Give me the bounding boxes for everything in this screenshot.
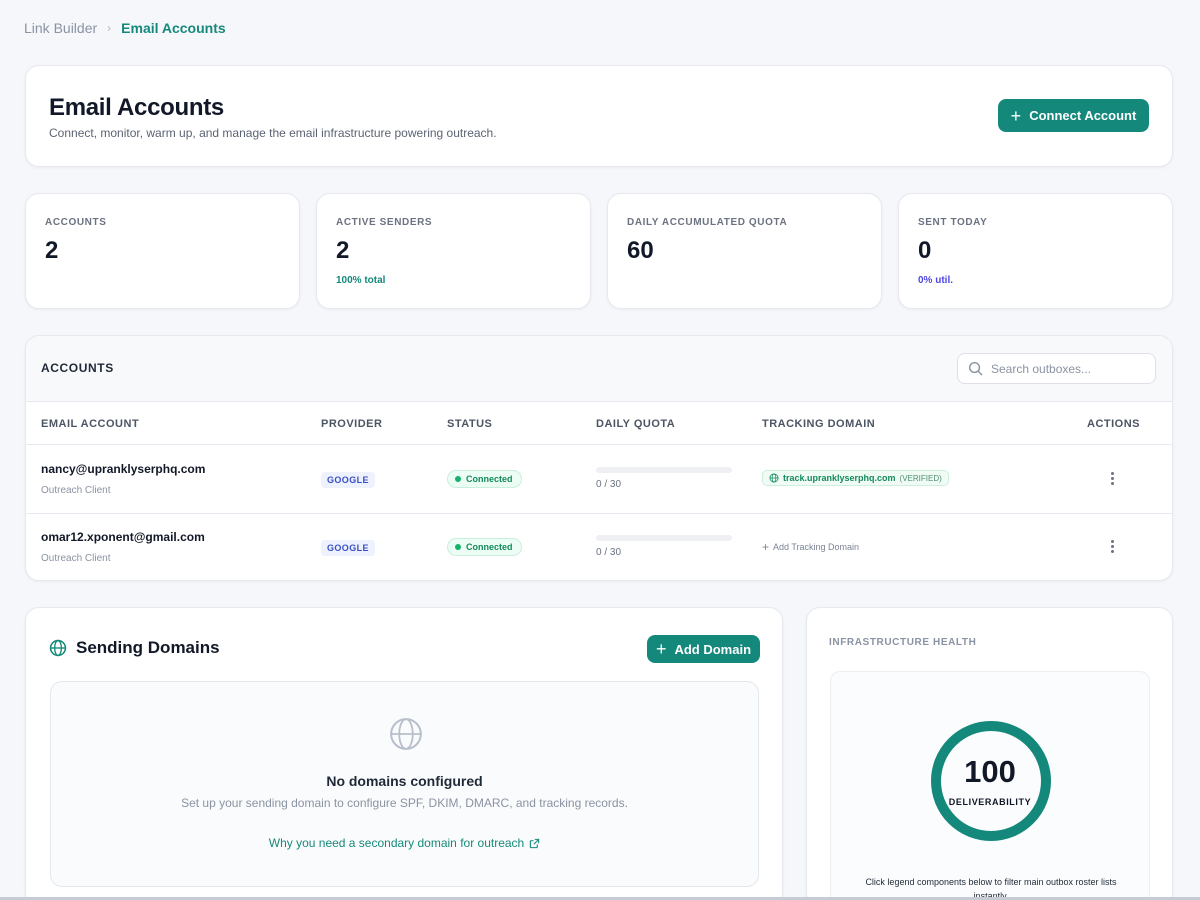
kebab-menu-icon[interactable]	[1107, 536, 1117, 556]
kebab-menu-icon[interactable]	[1107, 468, 1117, 488]
plus-icon: +	[762, 540, 770, 554]
add-tracking-domain-button[interactable]: + Add Tracking Domain	[762, 541, 859, 553]
connect-account-button[interactable]: + Connect Account	[998, 99, 1149, 132]
health-panel: 100 DELIVERABILITY Click legend componen…	[830, 671, 1150, 900]
account-email[interactable]: nancy@upranklyserphq.com	[41, 462, 205, 476]
page-subtitle: Connect, monitor, warm up, and manage th…	[49, 126, 497, 140]
quota-text: 0 / 30	[596, 547, 622, 558]
stat-card-sent-today: SENT TODAY 0 0% util.	[898, 193, 1173, 309]
page-header-card: Email Accounts Connect, monitor, warm up…	[25, 65, 1173, 167]
stat-value: 0	[918, 237, 932, 264]
deliverability-label: DELIVERABILITY	[948, 797, 1032, 807]
col-tracking-domain[interactable]: TRACKING DOMAIN	[762, 418, 875, 430]
tracking-domain: track.upranklyserphq.com	[783, 473, 896, 483]
stat-label: DAILY ACCUMULATED QUOTA	[627, 217, 788, 228]
breadcrumb: Link Builder › Email Accounts	[24, 20, 226, 36]
col-status[interactable]: STATUS	[447, 418, 492, 430]
col-provider[interactable]: PROVIDER	[321, 418, 382, 430]
stat-note: 100% total	[336, 275, 386, 286]
sending-domains-title: Sending Domains	[76, 638, 220, 657]
stat-note: 0% util.	[918, 275, 954, 286]
external-link-icon	[530, 838, 540, 848]
status-label: Connected	[466, 474, 513, 484]
quota-progress-bar	[596, 535, 732, 541]
stat-label: SENT TODAY	[918, 217, 988, 228]
col-email-account[interactable]: EMAIL ACCOUNT	[41, 418, 139, 430]
quota-progress-bar	[596, 467, 732, 473]
stat-card-active-senders: ACTIVE SENDERS 2 100% total	[316, 193, 591, 309]
status-badge: Connected	[447, 538, 522, 556]
tracking-domain-badge[interactable]: track.upranklyserphq.com (VERIFIED)	[762, 470, 949, 486]
tracking-verified-label: (VERIFIED)	[899, 473, 942, 483]
add-tracking-label: Add Tracking Domain	[773, 542, 860, 552]
stat-value: 2	[45, 237, 59, 264]
sending-domains-header: Sending Domains	[49, 638, 220, 658]
accounts-table-card: ACCOUNTS EMAIL ACCOUNT PROVIDER STATUS D…	[25, 335, 1173, 581]
plus-icon: +	[655, 639, 667, 659]
infrastructure-health-title: INFRASTRUCTURE HEALTH	[829, 637, 977, 648]
table-row[interactable]: omar12.xponent@gmail.com Outreach Client…	[26, 514, 1172, 580]
page-title: Email Accounts	[49, 94, 224, 121]
account-client: Outreach Client	[41, 485, 111, 496]
empty-state-description: Set up your sending domain to configure …	[181, 796, 628, 810]
search-box[interactable]	[957, 353, 1156, 384]
breadcrumb-current: Email Accounts	[121, 20, 226, 36]
infrastructure-health-card: INFRASTRUCTURE HEALTH 100 DELIVERABILITY…	[806, 607, 1173, 900]
empty-state: No domains configured Set up your sendin…	[50, 681, 759, 887]
deliverability-score: 100	[964, 754, 1016, 789]
search-input[interactable]	[991, 361, 1141, 376]
provider-badge: GOOGLE	[321, 540, 375, 556]
stat-label: ACTIVE SENDERS	[336, 217, 433, 228]
sending-domains-card: Sending Domains + Add Domain No domains …	[25, 607, 783, 900]
accounts-table-header: ACCOUNTS	[26, 336, 1172, 402]
plus-icon: +	[1010, 105, 1022, 126]
quota-text: 0 / 30	[596, 479, 622, 490]
status-label: Connected	[466, 542, 513, 552]
search-icon	[968, 361, 983, 376]
table-row[interactable]: nancy@upranklyserphq.com Outreach Client…	[26, 446, 1172, 514]
add-domain-label: Add Domain	[674, 641, 752, 657]
help-link-label: Why you need a secondary domain for outr…	[268, 836, 525, 850]
table-column-headers: EMAIL ACCOUNT PROVIDER STATUS DAILY QUOT…	[26, 403, 1172, 445]
add-domain-button[interactable]: + Add Domain	[647, 635, 760, 663]
account-email[interactable]: omar12.xponent@gmail.com	[41, 530, 205, 544]
dot-icon	[455, 544, 461, 550]
chevron-right-icon: ›	[107, 21, 112, 35]
status-badge: Connected	[447, 470, 522, 488]
accounts-title: ACCOUNTS	[41, 361, 114, 375]
stat-card-accounts: ACCOUNTS 2	[25, 193, 300, 309]
empty-state-title: No domains configured	[326, 773, 483, 789]
secondary-domain-help-link[interactable]: Why you need a secondary domain for outr…	[51, 836, 758, 850]
connect-account-label: Connect Account	[1029, 108, 1137, 123]
dot-icon	[455, 476, 461, 482]
col-daily-quota[interactable]: DAILY QUOTA	[596, 418, 675, 430]
stat-value: 60	[627, 237, 654, 264]
globe-icon	[390, 718, 422, 750]
stat-label: ACCOUNTS	[45, 217, 107, 228]
globe-icon	[769, 473, 779, 483]
stat-card-daily-quota: DAILY ACCUMULATED QUOTA 60	[607, 193, 882, 309]
provider-badge: GOOGLE	[321, 472, 375, 488]
stat-value: 2	[336, 237, 350, 264]
breadcrumb-link-builder[interactable]: Link Builder	[24, 20, 97, 36]
col-actions: ACTIONS	[1087, 418, 1140, 430]
globe-icon	[49, 639, 67, 657]
account-client: Outreach Client	[41, 553, 111, 564]
